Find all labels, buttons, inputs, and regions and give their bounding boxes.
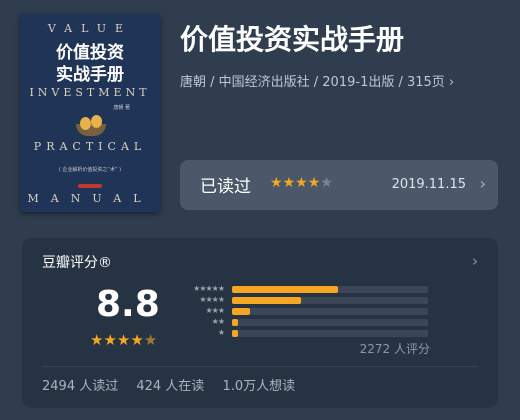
star-icon: ★ [295,175,308,191]
star-icon: ★ [130,331,144,349]
rating-score: 8.8 [96,284,160,325]
my-read-status-card[interactable]: 已读过 ★★★★★ 2019.11.15 › [180,160,498,210]
rating-bar-track [232,308,428,315]
cover-en-value: VALUE [47,22,133,35]
rating-bar-stars: ★ [217,328,225,337]
rating-bar-track [232,297,428,304]
chevron-right-icon: › [448,75,455,90]
rating-bar-fill [232,330,238,337]
rating-bar-track [232,330,428,337]
rating-bar-fill [232,308,250,315]
rating-bar-stars: ★★★★★ [193,284,225,293]
divider [42,366,478,367]
book-meta-text: 唐朝 / 中国经济出版社 / 2019-1出版 / 315页 [180,75,445,90]
star-icon: ★ [143,331,158,349]
read-count[interactable]: 2494 人读过 [42,379,118,394]
reader-stats: 2494 人读过 424 人在读 1.0万人想读 [42,375,309,394]
rating-bar-stars: ★★★ [205,306,225,315]
cover-en-practical: PRACTICAL [33,140,147,153]
douban-rating-header: 豆瓣评分® [42,255,112,271]
book-cover[interactable]: VALUE 价值投资 实战手册 INVESTMENT 唐朝 著 PRACTICA… [20,14,160,212]
rating-bar-track [232,286,428,293]
star-icon: ★ [270,175,283,191]
my-rating-stars: ★★★★★ [270,175,333,191]
star-icon: ★ [90,331,104,349]
star-icon: ★ [103,331,117,349]
star-icon: ★ [116,331,131,349]
cover-subtitle: ( 企业解析价值投资之“术” ) [58,167,122,173]
cover-en-investment: INVESTMENT [29,86,151,99]
nest-egg-illustration [76,114,106,136]
chevron-right-icon: › [479,174,486,193]
read-status-label: 已读过 [200,177,251,197]
rating-bar-fill [232,319,238,326]
star-icon: ★ [320,175,333,191]
rating-bar-fill [232,297,301,304]
cover-author: 唐朝 著 [113,105,130,111]
rating-bar-fill [232,286,338,293]
rating-bar-stars: ★★ [211,317,225,326]
star-icon: ★ [282,175,296,191]
want-read-count[interactable]: 1.0万人想读 [222,379,295,394]
douban-rating-card[interactable]: 豆瓣评分® › 8.8 ★★★★★ ★★★★★ ★★★★ ★★★ ★★ ★ 2272 人… [22,238,498,408]
read-date: 2019.11.15 [391,177,466,192]
star-icon: ★ [307,175,321,191]
chevron-right-icon[interactable]: › [472,252,478,270]
book-title: 价值投资实战手册 [180,23,405,56]
rating-bar-stars: ★★★★ [199,295,225,304]
book-meta-link[interactable]: 唐朝 / 中国经济出版社 / 2019-1出版 / 315页 › [180,72,500,94]
rating-bar-track [232,319,428,326]
reading-count[interactable]: 424 人在读 [136,379,204,394]
rating-score-stars: ★★★★★ [90,331,157,349]
cover-title-line2: 实战手册 [56,65,124,85]
cover-en-manual: MANUAL [27,192,153,205]
rating-count: 2272 人评分 [359,342,430,356]
publisher-logo [78,184,102,188]
